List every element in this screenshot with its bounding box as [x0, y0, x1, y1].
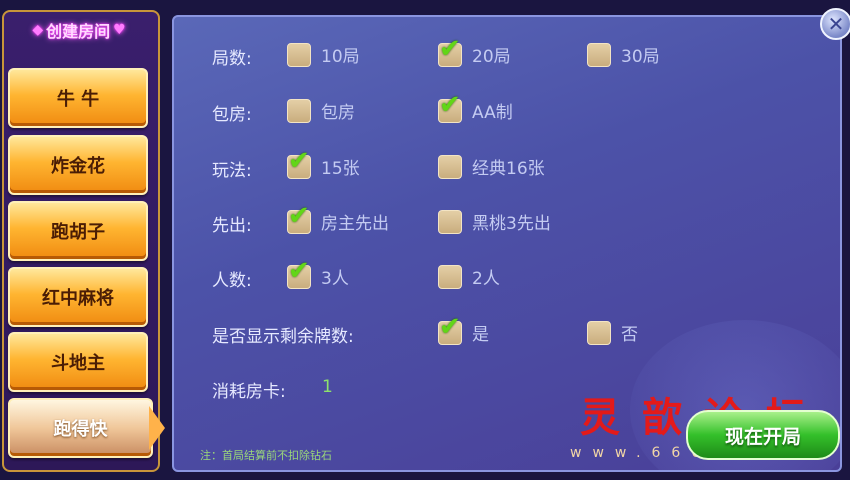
game-tab-paodekuai[interactable]: 跑得快: [8, 398, 165, 458]
diamond-deco-icon: ◆: [32, 22, 44, 38]
show-remaining-label: 是否显示剩余牌数:: [212, 327, 354, 347]
first-player-label: 先出:: [212, 216, 252, 236]
play-option-15[interactable]: 15张: [287, 146, 360, 179]
rounds-option-10[interactable]: 10局: [287, 42, 360, 67]
start-game-button[interactable]: 现在开局: [686, 410, 840, 460]
rounds-option-30[interactable]: 30局: [587, 42, 660, 67]
players-option-2[interactable]: 2人: [438, 264, 500, 289]
create-room-title-text: 创建房间: [46, 22, 111, 41]
game-tab-zhajinhua[interactable]: 炸金花: [8, 135, 148, 195]
create-room-title: ◆ 创建房间 ♥: [8, 16, 150, 44]
checkbox-checked[interactable]: [438, 34, 462, 67]
room-card-cost-label: 消耗房卡:: [212, 382, 286, 402]
first-option-spade3[interactable]: 黑桃3先出: [438, 209, 551, 234]
play-option-16[interactable]: 经典16张: [438, 154, 545, 179]
deduction-note: 注：首局结算前不扣除钻石: [200, 449, 332, 462]
room-option-private[interactable]: 包房: [287, 98, 355, 123]
game-tab-paohuzi[interactable]: 跑胡子: [8, 201, 148, 261]
heart-deco-icon: ♥: [113, 22, 126, 38]
room-option-aa[interactable]: AA制: [438, 90, 513, 123]
checkbox[interactable]: [587, 42, 611, 67]
active-arrow-icon: [149, 406, 165, 450]
checkbox-checked[interactable]: [438, 312, 462, 345]
checkbox-checked[interactable]: [287, 146, 311, 179]
checkbox[interactable]: [438, 209, 462, 234]
close-icon: ✕: [827, 12, 845, 36]
show-remaining-no[interactable]: 否: [587, 320, 638, 345]
game-tab-niuniu[interactable]: 牛 牛: [8, 68, 148, 128]
checkbox[interactable]: [438, 154, 462, 179]
room-card-cost-value: 1: [322, 377, 333, 397]
room-type-label: 包房:: [212, 105, 252, 125]
checkbox-checked[interactable]: [287, 256, 311, 289]
rounds-label: 局数:: [212, 49, 252, 69]
checkbox[interactable]: [438, 264, 462, 289]
game-tab-hongzhong-mahjong[interactable]: 红中麻将: [8, 267, 148, 327]
checkbox[interactable]: [287, 42, 311, 67]
game-tab-doudizhu[interactable]: 斗地主: [8, 332, 148, 392]
close-button[interactable]: ✕: [820, 8, 850, 40]
rounds-option-20[interactable]: 20局: [438, 34, 511, 67]
show-remaining-yes[interactable]: 是: [438, 312, 489, 345]
play-mode-label: 玩法:: [212, 161, 252, 181]
first-option-owner[interactable]: 房主先出: [287, 201, 389, 234]
checkbox-checked[interactable]: [287, 201, 311, 234]
player-count-label: 人数:: [212, 271, 252, 291]
checkbox[interactable]: [287, 98, 311, 123]
players-option-3[interactable]: 3人: [287, 256, 349, 289]
checkbox-checked[interactable]: [438, 90, 462, 123]
checkbox[interactable]: [587, 320, 611, 345]
